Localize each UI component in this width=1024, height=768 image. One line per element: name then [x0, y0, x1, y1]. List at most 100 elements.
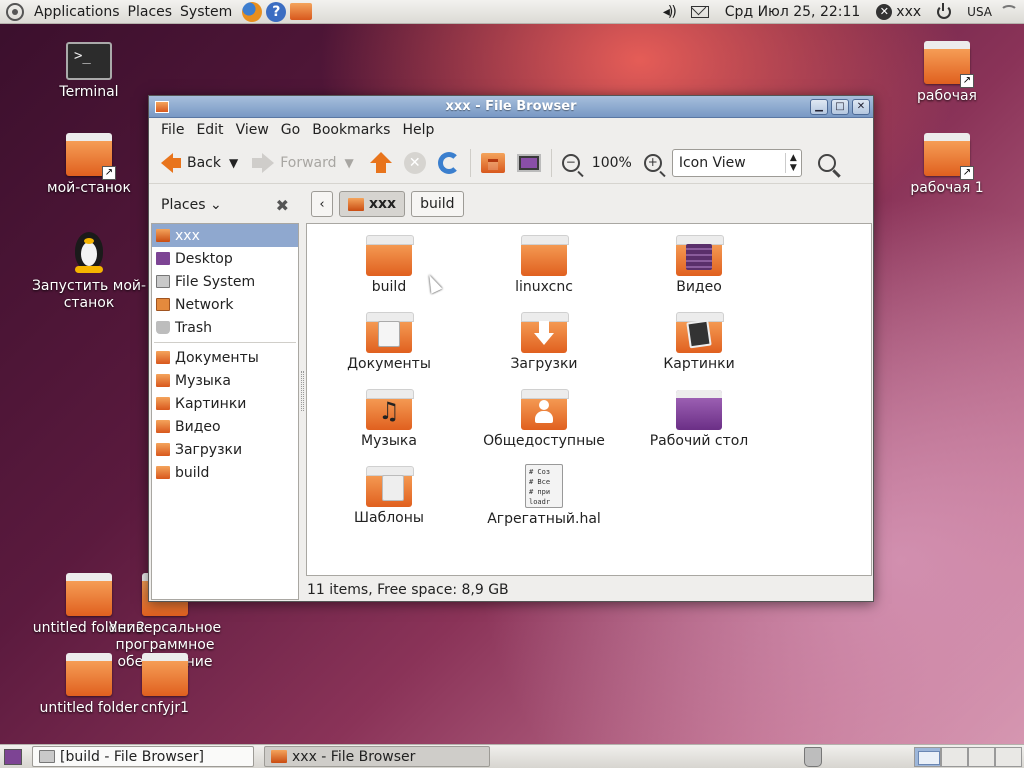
file-browser-window: xxx - File Browser ▁ □ ✕ File Edit View …	[148, 95, 874, 602]
show-desktop-button[interactable]	[4, 748, 22, 765]
sidebar-bookmark-documents[interactable]: Документы	[152, 346, 298, 369]
sidebar-item-label: Видео	[175, 418, 221, 435]
bottom-panel: [build - File Browser] xxx - File Browse…	[0, 744, 1024, 768]
menu-bookmarks[interactable]: Bookmarks	[306, 122, 396, 138]
file-item-videos[interactable]: Видео	[629, 235, 769, 295]
home-folder-launcher-icon[interactable]	[290, 3, 313, 20]
desktop-icon-cnfyjr1[interactable]: cnfyjr1	[100, 653, 230, 717]
up-button[interactable]	[366, 146, 396, 180]
search-icon[interactable]	[817, 153, 836, 172]
menu-go[interactable]: Go	[275, 122, 306, 138]
desktop-icon-moy-stanok[interactable]: ↗ мой-станок	[24, 133, 154, 197]
sidebar-item-network[interactable]: Network	[152, 293, 298, 316]
computer-button[interactable]	[513, 146, 545, 180]
mail-indicator[interactable]	[683, 0, 717, 24]
home-button[interactable]	[477, 146, 509, 180]
clock[interactable]: Срд Июл 25, 22:11	[717, 0, 869, 24]
sidebar-item-home[interactable]: xxx	[152, 224, 298, 247]
firefox-launcher-icon[interactable]	[242, 1, 263, 22]
user-name: xxx	[896, 3, 922, 20]
file-item-desktop[interactable]: Рабочий стол	[629, 390, 769, 449]
sidebar-bookmark-downloads[interactable]: Загрузки	[152, 438, 298, 461]
sidebar-item-label: Network	[175, 296, 234, 313]
help-launcher-icon[interactable]: ?	[266, 1, 287, 22]
forward-button[interactable]: Forward ▼	[248, 146, 358, 180]
zoom-in-button[interactable]: +	[640, 146, 666, 180]
folder-icon	[142, 653, 188, 696]
home-folder-icon	[156, 229, 170, 242]
network-icon[interactable]	[1000, 4, 1018, 19]
computer-icon	[516, 153, 541, 172]
taskbar-item-build[interactable]: [build - File Browser]	[32, 746, 254, 767]
sidebar-resize-handle[interactable]	[301, 371, 304, 411]
file-preview-line: # Соз	[529, 468, 551, 476]
user-switcher[interactable]: ✕ xxx	[868, 0, 929, 24]
workspace-2[interactable]	[941, 747, 968, 767]
volume-icon[interactable]: ◂))	[655, 0, 683, 24]
file-item-label: Агрегатный.hal	[487, 511, 601, 527]
desktop-icon-terminal[interactable]: >_ Terminal	[24, 42, 154, 101]
menu-view[interactable]: View	[230, 122, 275, 138]
session-menu[interactable]	[929, 0, 959, 24]
path-button-label: build	[420, 196, 455, 212]
system-menu[interactable]: System	[176, 0, 236, 24]
window-title: xxx - File Browser	[445, 99, 577, 114]
reload-button[interactable]	[434, 146, 464, 180]
path-button-build[interactable]: build	[411, 191, 464, 217]
ubuntu-logo-icon[interactable]	[6, 2, 24, 21]
sidebar-bookmark-music[interactable]: Музыка	[152, 369, 298, 392]
file-item-linuxcnc[interactable]: linuxcnc	[474, 235, 614, 295]
sidebar-bookmark-pictures[interactable]: Картинки	[152, 392, 298, 415]
pictures-folder-icon	[676, 312, 724, 353]
maximize-button[interactable]: □	[831, 98, 849, 115]
sidebar-bookmark-build[interactable]: build	[152, 461, 298, 484]
forward-history-dropdown-icon[interactable]: ▼	[345, 156, 354, 170]
desktop-icon-label: Terminal	[59, 84, 119, 100]
desktop-icon-rabochaya[interactable]: ↗ рабочая	[882, 41, 1012, 105]
menu-help[interactable]: Help	[396, 122, 440, 138]
workspace-4[interactable]	[995, 747, 1022, 767]
menu-edit[interactable]: Edit	[190, 122, 229, 138]
file-item-pictures[interactable]: Картинки	[629, 312, 769, 372]
file-icon-view[interactable]: build linuxcnc Видео Документы Загрузки …	[306, 223, 872, 576]
sidebar-item-label: Desktop	[175, 250, 233, 267]
keyboard-layout-indicator[interactable]: USA	[959, 0, 1000, 24]
sidebar-item-desktop[interactable]: Desktop	[152, 247, 298, 270]
places-menu[interactable]: Places	[124, 0, 177, 24]
file-item-hal[interactable]: # Соз # Все # при loadr Агрегатный.hal	[474, 464, 614, 527]
sidebar-item-trash[interactable]: Trash	[152, 316, 298, 339]
stop-button[interactable]: ✕	[400, 146, 430, 180]
path-button-home[interactable]: xxx	[339, 191, 406, 217]
forward-label: Forward	[280, 154, 337, 171]
file-item-templates[interactable]: Шаблоны	[319, 466, 459, 526]
minimize-button[interactable]: ▁	[810, 98, 828, 115]
close-sidebar-icon[interactable]: ✖	[276, 196, 289, 215]
applications-menu[interactable]: Applications	[30, 0, 124, 24]
home-folder-icon	[348, 197, 364, 211]
desktop-icon-rabochaya-1[interactable]: ↗ рабочая 1	[882, 133, 1012, 197]
back-button[interactable]: Back ▼	[157, 146, 242, 180]
close-button[interactable]: ✕	[852, 98, 870, 115]
zoom-out-button[interactable]: −	[558, 146, 584, 180]
workspace-1[interactable]	[914, 747, 941, 767]
file-item-documents[interactable]: Документы	[319, 312, 459, 372]
taskbar-item-xxx[interactable]: xxx - File Browser	[264, 746, 490, 767]
file-item-public[interactable]: Общедоступные	[474, 389, 614, 449]
workspace-3[interactable]	[968, 747, 995, 767]
file-item-downloads[interactable]: Загрузки	[474, 312, 614, 372]
path-scroll-left-button[interactable]: ‹	[311, 191, 333, 217]
sidebar-bookmark-videos[interactable]: Видео	[152, 415, 298, 438]
sidebar-item-file-system[interactable]: File System	[152, 270, 298, 293]
desktop-icon-label: мой-станок	[47, 180, 131, 196]
back-history-dropdown-icon[interactable]: ▼	[229, 156, 238, 170]
view-mode-select[interactable]: Icon View ▲ ▼	[671, 148, 802, 177]
desktop-icon-launcher[interactable]: Запустить мой-станок	[24, 226, 154, 312]
trash-applet-icon[interactable]	[804, 747, 822, 767]
menu-file[interactable]: File	[155, 122, 190, 138]
file-preview-line: # при	[529, 488, 551, 496]
file-item-label: Рабочий стол	[649, 433, 749, 449]
file-item-music[interactable]: ♫ Музыка	[319, 389, 459, 449]
top-panel: Applications Places System ? ◂)) Срд Июл…	[0, 0, 1024, 24]
window-titlebar[interactable]: xxx - File Browser ▁ □ ✕	[149, 96, 873, 118]
sidebar-mode-select[interactable]: Places ⌄	[161, 197, 222, 213]
